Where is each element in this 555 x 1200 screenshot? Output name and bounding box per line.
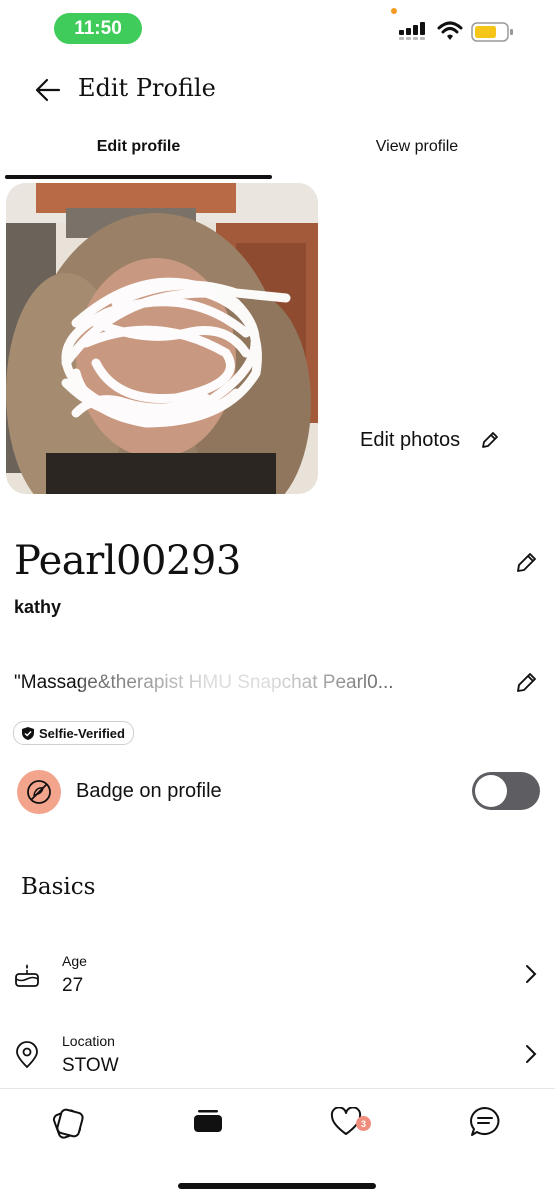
age-label: Age (62, 953, 87, 969)
battery-icon (471, 22, 513, 42)
bio-redaction-overlay (80, 666, 400, 702)
arrow-left-icon (35, 78, 61, 102)
status-bar: 11:50 (0, 0, 555, 58)
badge-on-profile-toggle[interactable] (472, 772, 540, 810)
badge-icon (17, 770, 61, 814)
pencil-icon (517, 553, 536, 572)
first-name: kathy (14, 597, 62, 617)
tab-view-profile[interactable]: View profile (282, 138, 552, 168)
tab-edit-profile[interactable]: Edit profile (5, 138, 272, 168)
pencil-icon (517, 673, 536, 692)
age-value: 27 (62, 975, 84, 996)
wifi-icon (437, 21, 463, 40)
location-pin-icon (16, 1041, 38, 1069)
back-button[interactable] (30, 72, 66, 108)
badge-on-profile-label: Badge on profile (76, 780, 222, 802)
edit-name-button[interactable] (513, 550, 539, 576)
page-title: Edit Profile (78, 74, 216, 102)
cards-icon (52, 1108, 84, 1139)
stack-icon (194, 1110, 222, 1132)
profile-photo[interactable] (6, 183, 318, 494)
basics-row-age[interactable]: Age 27 (0, 948, 555, 1018)
chat-bubble-icon (470, 1107, 500, 1136)
toggle-knob (475, 775, 507, 807)
selfie-verified-label: Selfie-Verified (39, 725, 125, 741)
no-dating-badge-icon (27, 780, 51, 804)
status-time: 11:50 (54, 13, 142, 44)
cellular-signal-icon (399, 22, 425, 40)
likes-count-badge: 3 (356, 1116, 371, 1131)
location-value: STOW (62, 1055, 119, 1076)
birthday-cake-icon (15, 964, 39, 987)
home-indicator (178, 1183, 376, 1189)
location-label: Location (62, 1033, 115, 1049)
basics-section-title: Basics (21, 874, 96, 900)
edit-photos-button[interactable]: Edit photos (360, 425, 500, 455)
shield-check-icon (22, 726, 34, 740)
username: Pearl00293 (14, 538, 241, 584)
nav-standouts[interactable] (186, 1102, 230, 1142)
selfie-verified-badge: Selfie-Verified (13, 721, 134, 745)
profile-photo-image (6, 183, 318, 494)
chevron-right-icon (526, 965, 537, 983)
camera-indicator-icon (391, 8, 397, 14)
nav-discover[interactable] (46, 1102, 90, 1142)
nav-messages[interactable] (463, 1102, 507, 1142)
pencil-icon (482, 432, 498, 448)
active-tab-indicator (5, 175, 272, 179)
chevron-right-icon (526, 1045, 537, 1063)
edit-bio-button[interactable] (513, 670, 539, 696)
edit-photos-label: Edit photos (360, 428, 461, 451)
